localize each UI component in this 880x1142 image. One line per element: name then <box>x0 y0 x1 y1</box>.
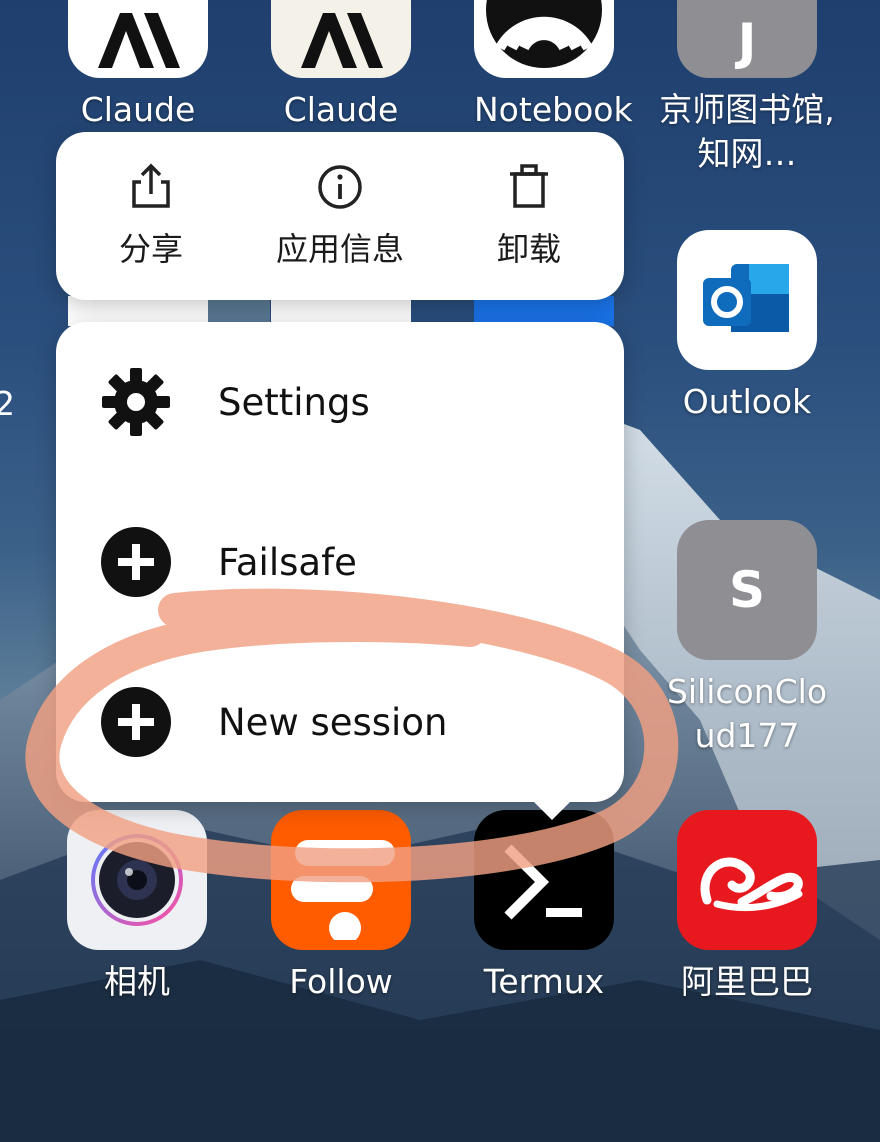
gear-icon <box>102 368 170 436</box>
app-camera[interactable]: 相机 <box>67 810 207 1004</box>
menu-item-label: Settings <box>218 380 370 424</box>
partial-app-label: 2 <box>0 384 15 423</box>
menu-item-failsafe[interactable]: Failsafe <box>56 482 624 642</box>
menu-item-label: New session <box>218 700 448 744</box>
outlook-icon <box>677 230 817 370</box>
plus-circle-icon <box>101 527 171 597</box>
uninstall-button[interactable]: 卸载 <box>474 132 584 300</box>
app-label: Termux <box>483 962 605 1001</box>
app-label: 相机 <box>104 962 170 1001</box>
plus-circle-icon <box>101 687 171 757</box>
app-shortcut-bar: 分享 应用信息 卸载 <box>56 132 624 300</box>
alibaba-logo-icon <box>677 810 817 950</box>
menu-item-settings[interactable]: Settings <box>56 322 624 482</box>
follow-logo-icon <box>271 810 411 950</box>
app-label: Outlook <box>682 382 812 421</box>
app-label: Claude <box>283 90 399 129</box>
app-label: Follow <box>289 962 393 1001</box>
app-claude-2[interactable]: Claude <box>271 0 411 132</box>
app-label: SiliconCloud177 <box>666 672 828 755</box>
menu-pointer-arrow <box>530 798 574 820</box>
app-jingshi-library[interactable]: J 京师图书馆,知网… <box>659 0 835 176</box>
app-info-button[interactable]: 应用信息 <box>260 132 420 300</box>
notebook-logo-icon <box>474 0 614 78</box>
app-follow[interactable]: Follow <box>271 810 411 1004</box>
app-siliconcloud[interactable]: S SiliconCloud177 <box>667 520 827 758</box>
info-icon <box>318 165 362 209</box>
menu-item-new-session[interactable]: New session <box>56 642 624 802</box>
app-context-menu: Settings Failsafe New session <box>56 322 624 802</box>
app-alibaba[interactable]: 阿里巴巴 <box>677 810 817 1004</box>
app-claude-1[interactable]: Claude <box>68 0 208 132</box>
uninstall-label: 卸载 <box>496 230 561 268</box>
letter-j-icon: J <box>677 0 817 78</box>
camera-lens-icon <box>67 810 207 950</box>
app-label: Notebook <box>474 90 633 129</box>
app-label: 阿里巴巴 <box>681 962 813 1001</box>
letter-s-icon: S <box>677 520 817 660</box>
share-button[interactable]: 分享 <box>96 132 206 300</box>
share-icon <box>132 163 170 208</box>
app-info-label: 应用信息 <box>275 230 404 268</box>
claude-logo-icon <box>271 0 411 78</box>
app-termux[interactable]: Termux <box>474 810 614 1004</box>
share-label: 分享 <box>118 230 183 268</box>
trash-icon <box>510 164 548 208</box>
app-outlook[interactable]: Outlook <box>677 230 817 424</box>
menu-item-label: Failsafe <box>218 540 357 584</box>
app-notebook[interactable]: Notebook <box>474 0 633 132</box>
terminal-prompt-icon <box>474 810 614 950</box>
app-label: Claude <box>80 90 196 129</box>
app-label: 京师图书馆,知网… <box>659 90 835 173</box>
claude-logo-icon <box>68 0 208 78</box>
